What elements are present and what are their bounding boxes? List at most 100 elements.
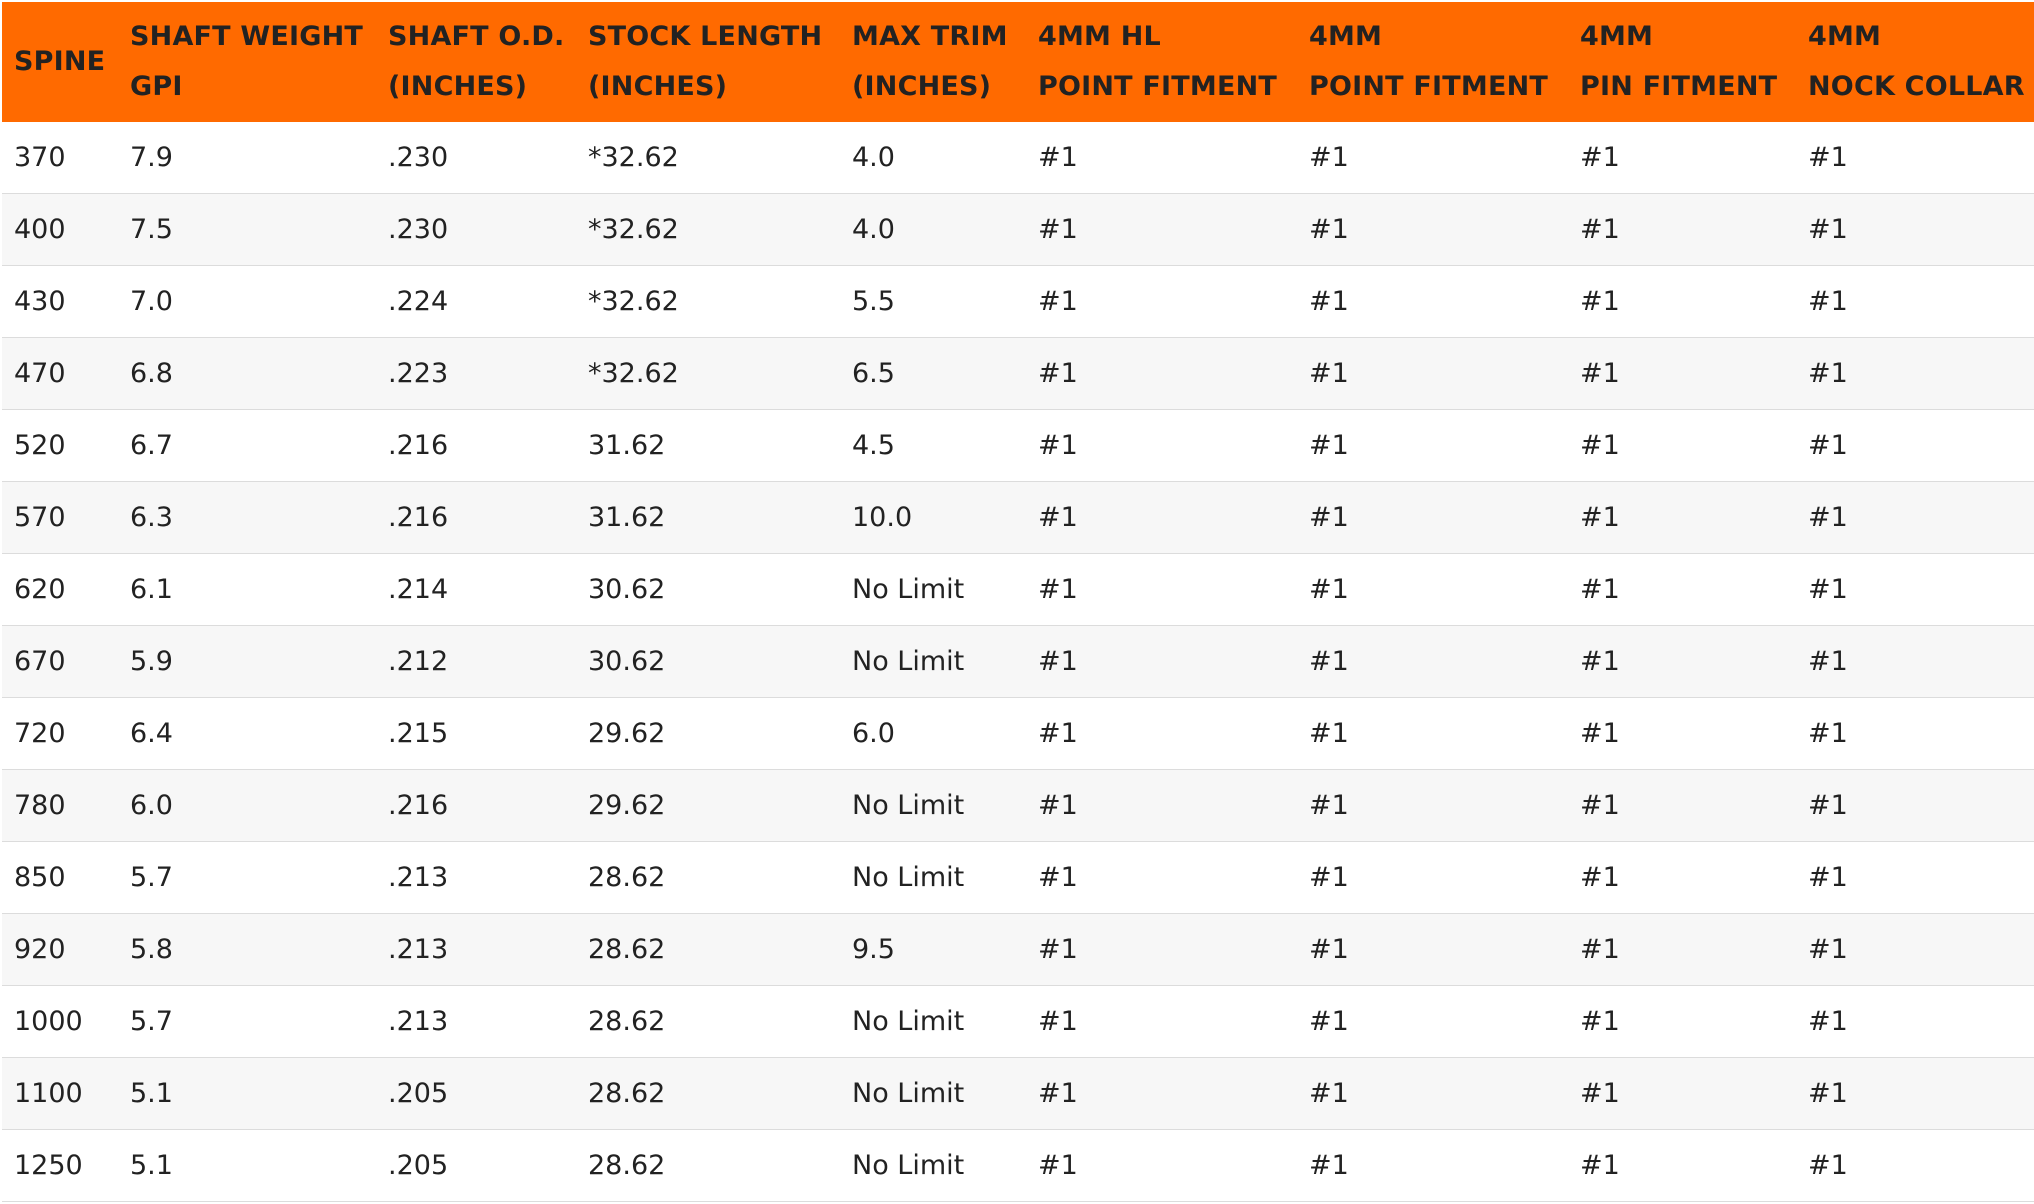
table-cell: #1 <box>1297 337 1568 410</box>
column-header-line1: 4MM <box>1309 21 1383 52</box>
table-cell: #1 <box>1026 769 1297 842</box>
table-cell: #1 <box>1796 769 2034 842</box>
table-cell: 30.62 <box>576 625 840 698</box>
table-cell: 6.8 <box>118 337 376 410</box>
table-cell: 920 <box>2 913 118 986</box>
table-row: 430 7.0.224 *32.62 5.5 #1 #1 #1 #1 <box>2 265 2034 338</box>
table-cell: #1 <box>1026 122 1297 194</box>
column-header-line2: POINT FITMENT <box>1309 71 1549 102</box>
table-cell: 10.0 <box>840 481 1026 554</box>
column-header-1: SPINE <box>2 2 118 122</box>
table-cell: #1 <box>1568 337 1796 410</box>
table-cell: 28.62 <box>576 841 840 914</box>
table-cell: #1 <box>1026 265 1297 338</box>
table-cell: .213 <box>376 913 576 986</box>
table-cell: #1 <box>1026 553 1297 626</box>
table-cell: #1 <box>1297 265 1568 338</box>
table-cell: 6.1 <box>118 553 376 626</box>
table-cell: 6.0 <box>840 697 1026 770</box>
column-header-line1: SHAFT WEIGHT <box>130 21 364 52</box>
table-cell: #1 <box>1297 553 1568 626</box>
table-cell: #1 <box>1796 193 2034 266</box>
table-cell: #1 <box>1796 625 2034 698</box>
table-cell: #1 <box>1796 337 2034 410</box>
table-cell: #1 <box>1026 1057 1297 1130</box>
table-cell: 4.0 <box>840 122 1026 194</box>
table-cell: #1 <box>1796 265 2034 338</box>
table-cell: #1 <box>1568 265 1796 338</box>
table-cell: No Limit <box>840 625 1026 698</box>
column-header-line2: GPI <box>130 71 183 102</box>
table-cell: 520 <box>2 409 118 482</box>
table-cell: No Limit <box>840 1057 1026 1130</box>
table-cell: 670 <box>2 625 118 698</box>
table-row: 570 6.3.216 31.62 10.0 #1 #1 #1 #1 <box>2 481 2034 554</box>
table-cell: .216 <box>376 769 576 842</box>
table-cell: #1 <box>1796 1129 2034 1202</box>
table-cell: #1 <box>1297 481 1568 554</box>
column-header-line2: PIN FITMENT <box>1580 71 1778 102</box>
table-cell: 400 <box>2 193 118 266</box>
column-header-line1: 4MM <box>1808 21 1882 52</box>
column-header-8: 4MM PIN FITMENT <box>1568 2 1796 122</box>
table-cell: 29.62 <box>576 697 840 770</box>
table-cell: 5.1 <box>118 1057 376 1130</box>
table-cell: 6.3 <box>118 481 376 554</box>
table-header: SPINE SHAFT WEIGHT GPI SHAFT O.D. (INCHES) ST… <box>2 2 2034 122</box>
table-cell: 28.62 <box>576 1057 840 1130</box>
table-cell: #1 <box>1568 625 1796 698</box>
column-header-line1: 4MM <box>1580 21 1654 52</box>
header-row: SPINE SHAFT WEIGHT GPI SHAFT O.D. (INCHES) ST… <box>2 2 2034 122</box>
table-row: 850 5.7.213 28.62 No Limit #1 #1 #1 #1 <box>2 841 2034 914</box>
table-cell: #1 <box>1796 913 2034 986</box>
table-cell: No Limit <box>840 841 1026 914</box>
table-cell: 1100 <box>2 1057 118 1130</box>
table-cell: #1 <box>1297 122 1568 194</box>
column-header-7: 4MM POINT FITMENT <box>1297 2 1568 122</box>
table-cell: 5.8 <box>118 913 376 986</box>
table-cell: 5.7 <box>118 841 376 914</box>
table-cell: .215 <box>376 697 576 770</box>
table-cell: .212 <box>376 625 576 698</box>
table-cell: #1 <box>1568 769 1796 842</box>
table-cell: #1 <box>1796 481 2034 554</box>
column-header-line1: SHAFT O.D. <box>388 21 565 52</box>
table-cell: 7.9 <box>118 122 376 194</box>
table-cell: #1 <box>1297 841 1568 914</box>
table-cell: 6.5 <box>840 337 1026 410</box>
table-cell: 31.62 <box>576 409 840 482</box>
table-cell: #1 <box>1026 337 1297 410</box>
table-row: 1100 5.1.205 28.62 No Limit #1 #1 #1 #1 <box>2 1057 2034 1130</box>
column-header-5: MAX TRIM (INCHES) <box>840 2 1026 122</box>
table-cell: #1 <box>1026 697 1297 770</box>
table-cell: 9.5 <box>840 913 1026 986</box>
table-cell: 4.0 <box>840 193 1026 266</box>
table-cell: 6.7 <box>118 409 376 482</box>
column-header-6: 4MM HL POINT FITMENT <box>1026 2 1297 122</box>
table-cell: .230 <box>376 122 576 194</box>
table-cell: #1 <box>1796 841 2034 914</box>
table-cell: 6.0 <box>118 769 376 842</box>
table-cell: 6.4 <box>118 697 376 770</box>
table-cell: 7.0 <box>118 265 376 338</box>
table-cell: 470 <box>2 337 118 410</box>
table-cell: #1 <box>1297 193 1568 266</box>
column-header-2: SHAFT WEIGHT GPI <box>118 2 376 122</box>
table-cell: 7.5 <box>118 193 376 266</box>
table-cell: #1 <box>1568 409 1796 482</box>
table-cell: .205 <box>376 1057 576 1130</box>
column-header-line1: MAX TRIM <box>852 21 1008 52</box>
table-cell: #1 <box>1796 1057 2034 1130</box>
table-row: 370 7.9.230 *32.62 4.0 #1 #1 #1 #1 <box>2 122 2034 194</box>
table-cell: #1 <box>1297 913 1568 986</box>
table-cell: 570 <box>2 481 118 554</box>
table-cell: #1 <box>1796 985 2034 1058</box>
table-cell: *32.62 <box>576 337 840 410</box>
table-row: 1000 5.7.213 28.62 No Limit #1 #1 #1 #1 <box>2 985 2034 1058</box>
table-cell: 780 <box>2 769 118 842</box>
table-cell: 5.9 <box>118 625 376 698</box>
table-cell: 720 <box>2 697 118 770</box>
table-row: 520 6.7.216 31.62 4.5 #1 #1 #1 #1 <box>2 409 2034 482</box>
table-cell: 31.62 <box>576 481 840 554</box>
table-cell: .230 <box>376 193 576 266</box>
